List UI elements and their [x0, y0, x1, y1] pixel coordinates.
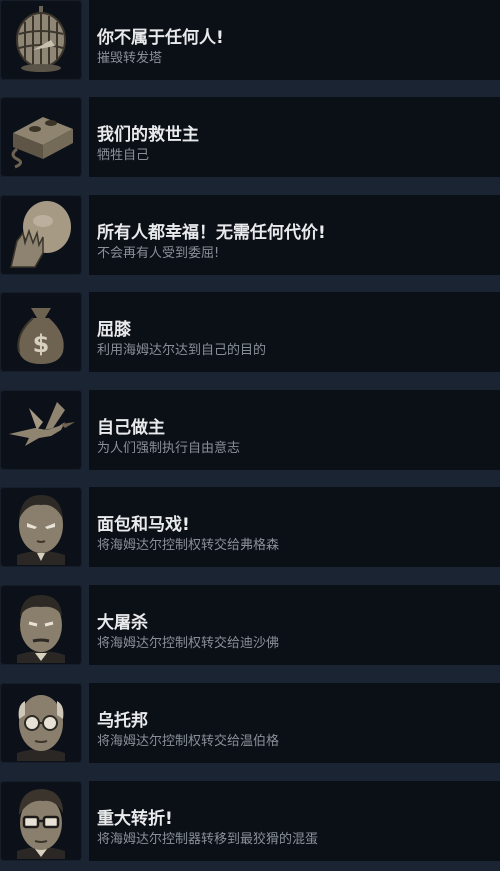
achievement-title: 自己做主 [97, 418, 165, 438]
svg-text:$: $ [33, 330, 50, 358]
achievement-text-panel: 屈膝 利用海姆达尔达到自己的目的 [89, 292, 500, 372]
achievement-row[interactable]: $ 屈膝 利用海姆达尔达到自己的目的 [0, 292, 500, 372]
achievement-title: 你不属于任何人! [97, 28, 224, 48]
achievement-title: 大屠杀 [97, 613, 148, 633]
glasses-man-portrait-icon [0, 781, 82, 861]
achievement-title: 面包和马戏! [97, 515, 190, 535]
brick-icon [0, 97, 82, 177]
achievement-row[interactable]: 自己做主 为人们强制执行自由意志 [0, 390, 500, 470]
achievement-description: 摧毁转发塔 [97, 51, 163, 66]
weinberg-portrait-icon [0, 683, 82, 763]
achievement-row[interactable]: 大屠杀 将海姆达尔控制权转交给迪沙佛 [0, 585, 500, 665]
achievement-title: 重大转折! [97, 809, 173, 829]
achievement-row[interactable]: 所有人都幸福！无需任何代价! 不会再有人受到委屈! [0, 195, 500, 275]
bird-icon [0, 390, 82, 470]
money-bag-icon: $ [0, 292, 82, 372]
achievement-text-panel: 乌托邦 将海姆达尔控制权转交给温伯格 [89, 683, 500, 763]
achievement-text-panel: 重大转折! 将海姆达尔控制器转移到最狡猾的混蛋 [89, 781, 500, 861]
achievement-row[interactable]: 你不属于任何人! 摧毁转发塔 [0, 0, 500, 80]
achievement-text-panel: 我们的救世主 牺牲自己 [89, 97, 500, 177]
achievement-text-panel: 自己做主 为人们强制执行自由意志 [89, 390, 500, 470]
achievement-title: 所有人都幸福！无需任何代价! [97, 223, 326, 243]
achievement-list: 你不属于任何人! 摧毁转发塔 我们的救世主 牺牲自己 所有人都幸福！无需任何代价… [0, 0, 500, 871]
deshaw-portrait-icon [0, 585, 82, 665]
achievement-description: 将海姆达尔控制权转交给弗格森 [97, 538, 280, 553]
facepalm-icon [0, 195, 82, 275]
achievement-row[interactable]: 重大转折! 将海姆达尔控制器转移到最狡猾的混蛋 [0, 781, 500, 861]
achievement-text-panel: 面包和马戏! 将海姆达尔控制权转交给弗格森 [89, 487, 500, 567]
birdcage-icon [0, 0, 82, 80]
achievement-description: 不会再有人受到委屈! [97, 246, 220, 261]
achievement-title: 我们的救世主 [97, 125, 199, 145]
achievement-description: 将海姆达尔控制权转交给温伯格 [97, 734, 280, 749]
achievement-description: 将海姆达尔控制权转交给迪沙佛 [97, 636, 280, 651]
achievement-row[interactable]: 乌托邦 将海姆达尔控制权转交给温伯格 [0, 683, 500, 763]
achievement-description: 利用海姆达尔达到自己的目的 [97, 343, 267, 358]
achievement-text-panel: 你不属于任何人! 摧毁转发塔 [89, 0, 500, 80]
achievement-description: 为人们强制执行自由意志 [97, 441, 241, 456]
achievement-title: 屈膝 [97, 320, 131, 340]
achievement-row[interactable]: 面包和马戏! 将海姆达尔控制权转交给弗格森 [0, 487, 500, 567]
achievement-row[interactable]: 我们的救世主 牺牲自己 [0, 97, 500, 177]
achievement-description: 牺牲自己 [97, 148, 150, 163]
achievement-text-panel: 所有人都幸福！无需任何代价! 不会再有人受到委屈! [89, 195, 500, 275]
achievement-text-panel: 大屠杀 将海姆达尔控制权转交给迪沙佛 [89, 585, 500, 665]
ferguson-portrait-icon [0, 487, 82, 567]
achievement-title: 乌托邦 [97, 711, 148, 731]
achievement-description: 将海姆达尔控制器转移到最狡猾的混蛋 [97, 832, 319, 847]
